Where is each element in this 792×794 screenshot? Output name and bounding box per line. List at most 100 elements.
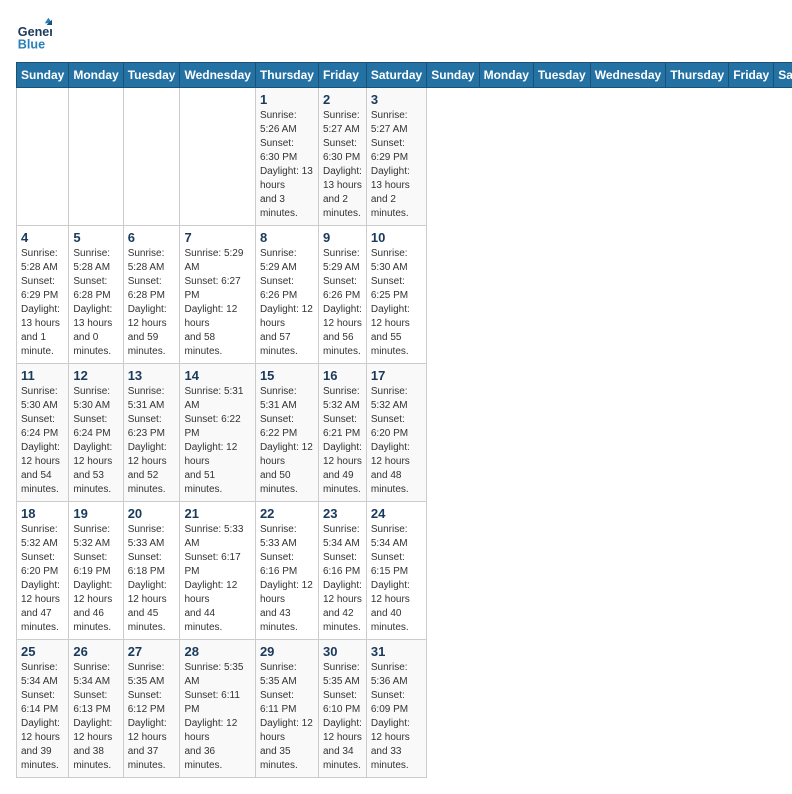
- day-info: Sunrise: 5:35 AM Sunset: 6:12 PM Dayligh…: [128, 661, 176, 773]
- calendar-cell: 28 Sunrise: 5:35 AM Sunset: 6:11 PM Dayli…: [180, 640, 255, 778]
- calendar-cell: 4 Sunrise: 5:28 AM Sunset: 6:29 PM Daylig…: [17, 226, 69, 364]
- day-info: Sunrise: 5:30 AM Sunset: 6:24 PM Dayligh…: [73, 385, 118, 497]
- calendar-cell: 15Sunrise: 5:31 AM Sunset: 6:22 PM Dayli…: [255, 364, 318, 502]
- calendar-cell: 27 Sunrise: 5:35 AM Sunset: 6:12 PM Dayli…: [123, 640, 180, 778]
- calendar-cell: 16 Sunrise: 5:32 AM Sunset: 6:21 PM Dayli…: [318, 364, 366, 502]
- day-number: 6: [128, 230, 176, 245]
- day-header-wednesday: Wednesday: [180, 63, 255, 88]
- calendar-cell: 6 Sunrise: 5:28 AM Sunset: 6:28 PM Daylig…: [123, 226, 180, 364]
- day-number: 14: [184, 368, 250, 383]
- day-info: Sunrise: 5:35 AM Sunset: 6:10 PM Dayligh…: [323, 661, 362, 773]
- day-number: 29: [260, 644, 314, 659]
- day-number: 10: [371, 230, 422, 245]
- day-info: Sunrise: 5:33 AM Sunset: 6:18 PM Dayligh…: [128, 523, 176, 635]
- calendar-cell: [69, 88, 123, 226]
- day-header-friday: Friday: [729, 63, 774, 88]
- day-number: 26: [73, 644, 118, 659]
- calendar-week-5: 25Sunrise: 5:34 AM Sunset: 6:14 PM Dayli…: [17, 640, 792, 778]
- calendar-week-4: 18 Sunrise: 5:32 AM Sunset: 6:20 PM Dayli…: [17, 502, 792, 640]
- calendar-cell: 14 Sunrise: 5:31 AM Sunset: 6:22 PM Dayli…: [180, 364, 255, 502]
- calendar-cell: [180, 88, 255, 226]
- calendar-cell: [17, 88, 69, 226]
- day-info: Sunrise: 5:28 AM Sunset: 6:28 PM Dayligh…: [73, 247, 118, 359]
- day-info: Sunrise: 5:34 AM Sunset: 6:16 PM Dayligh…: [323, 523, 362, 635]
- day-number: 25: [21, 644, 64, 659]
- day-header-sunday: Sunday: [427, 63, 479, 88]
- day-header-tuesday: Tuesday: [123, 63, 180, 88]
- day-number: 27: [128, 644, 176, 659]
- day-number: 3: [371, 92, 422, 107]
- day-number: 17: [371, 368, 422, 383]
- page-header: General Blue: [16, 16, 776, 52]
- day-info: Sunrise: 5:27 AM Sunset: 6:29 PM Dayligh…: [371, 109, 422, 221]
- calendar-cell: 30 Sunrise: 5:35 AM Sunset: 6:10 PM Dayli…: [318, 640, 366, 778]
- calendar-cell: 26 Sunrise: 5:34 AM Sunset: 6:13 PM Dayli…: [69, 640, 123, 778]
- calendar-cell: 20Sunrise: 5:33 AM Sunset: 6:18 PM Dayli…: [123, 502, 180, 640]
- calendar-cell: 17 Sunrise: 5:32 AM Sunset: 6:20 PM Dayli…: [366, 364, 426, 502]
- calendar-cell: 8Sunrise: 5:29 AM Sunset: 6:26 PM Daylig…: [255, 226, 318, 364]
- day-number: 19: [73, 506, 118, 521]
- day-info: Sunrise: 5:36 AM Sunset: 6:09 PM Dayligh…: [371, 661, 422, 773]
- day-header-friday: Friday: [318, 63, 366, 88]
- day-info: Sunrise: 5:30 AM Sunset: 6:25 PM Dayligh…: [371, 247, 422, 359]
- calendar-cell: [123, 88, 180, 226]
- day-number: 16: [323, 368, 362, 383]
- day-header-thursday: Thursday: [255, 63, 318, 88]
- day-number: 24: [371, 506, 422, 521]
- day-header-saturday: Saturday: [774, 63, 792, 88]
- day-info: Sunrise: 5:32 AM Sunset: 6:19 PM Dayligh…: [73, 523, 118, 635]
- calendar-cell: 22Sunrise: 5:33 AM Sunset: 6:16 PM Dayli…: [255, 502, 318, 640]
- calendar-cell: 7 Sunrise: 5:29 AM Sunset: 6:27 PM Daylig…: [180, 226, 255, 364]
- day-number: 18: [21, 506, 64, 521]
- calendar-cell: 29 Sunrise: 5:35 AM Sunset: 6:11 PM Dayli…: [255, 640, 318, 778]
- day-header-sunday: Sunday: [17, 63, 69, 88]
- day-header-saturday: Saturday: [366, 63, 426, 88]
- day-info: Sunrise: 5:29 AM Sunset: 6:26 PM Dayligh…: [260, 247, 314, 359]
- day-number: 31: [371, 644, 422, 659]
- day-header-thursday: Thursday: [666, 63, 729, 88]
- day-number: 13: [128, 368, 176, 383]
- day-number: 7: [184, 230, 250, 245]
- calendar-cell: 18 Sunrise: 5:32 AM Sunset: 6:20 PM Dayli…: [17, 502, 69, 640]
- calendar-header-row: SundayMondayTuesdayWednesdayThursdayFrid…: [17, 63, 792, 88]
- day-number: 28: [184, 644, 250, 659]
- day-info: Sunrise: 5:31 AM Sunset: 6:22 PM Dayligh…: [184, 385, 250, 497]
- calendar-cell: 2Sunrise: 5:27 AM Sunset: 6:30 PM Daylig…: [318, 88, 366, 226]
- day-header-monday: Monday: [69, 63, 123, 88]
- day-number: 12: [73, 368, 118, 383]
- day-header-tuesday: Tuesday: [533, 63, 590, 88]
- calendar-cell: 3 Sunrise: 5:27 AM Sunset: 6:29 PM Daylig…: [366, 88, 426, 226]
- day-info: Sunrise: 5:28 AM Sunset: 6:28 PM Dayligh…: [128, 247, 176, 359]
- day-info: Sunrise: 5:33 AM Sunset: 6:16 PM Dayligh…: [260, 523, 314, 635]
- day-number: 15: [260, 368, 314, 383]
- day-info: Sunrise: 5:26 AM Sunset: 6:30 PM Dayligh…: [260, 109, 314, 221]
- day-info: Sunrise: 5:33 AM Sunset: 6:17 PM Dayligh…: [184, 523, 250, 635]
- day-header-wednesday: Wednesday: [590, 63, 665, 88]
- calendar-cell: 12 Sunrise: 5:30 AM Sunset: 6:24 PM Dayli…: [69, 364, 123, 502]
- day-info: Sunrise: 5:32 AM Sunset: 6:20 PM Dayligh…: [371, 385, 422, 497]
- day-number: 23: [323, 506, 362, 521]
- day-info: Sunrise: 5:30 AM Sunset: 6:24 PM Dayligh…: [21, 385, 64, 497]
- calendar-week-2: 4 Sunrise: 5:28 AM Sunset: 6:29 PM Daylig…: [17, 226, 792, 364]
- day-info: Sunrise: 5:34 AM Sunset: 6:13 PM Dayligh…: [73, 661, 118, 773]
- day-info: Sunrise: 5:35 AM Sunset: 6:11 PM Dayligh…: [260, 661, 314, 773]
- day-number: 1: [260, 92, 314, 107]
- calendar-cell: 10 Sunrise: 5:30 AM Sunset: 6:25 PM Dayli…: [366, 226, 426, 364]
- day-number: 4: [21, 230, 64, 245]
- day-info: Sunrise: 5:29 AM Sunset: 6:27 PM Dayligh…: [184, 247, 250, 359]
- day-number: 9: [323, 230, 362, 245]
- day-number: 2: [323, 92, 362, 107]
- calendar-cell: 21 Sunrise: 5:33 AM Sunset: 6:17 PM Dayli…: [180, 502, 255, 640]
- day-info: Sunrise: 5:28 AM Sunset: 6:29 PM Dayligh…: [21, 247, 64, 359]
- day-number: 21: [184, 506, 250, 521]
- day-number: 30: [323, 644, 362, 659]
- day-number: 5: [73, 230, 118, 245]
- logo-icon: General Blue: [16, 16, 52, 52]
- calendar-week-1: 1 Sunrise: 5:26 AM Sunset: 6:30 PM Daylig…: [17, 88, 792, 226]
- calendar-table: SundayMondayTuesdayWednesdayThursdayFrid…: [16, 62, 792, 778]
- day-info: Sunrise: 5:32 AM Sunset: 6:21 PM Dayligh…: [323, 385, 362, 497]
- day-info: Sunrise: 5:35 AM Sunset: 6:11 PM Dayligh…: [184, 661, 250, 773]
- calendar-cell: 5 Sunrise: 5:28 AM Sunset: 6:28 PM Daylig…: [69, 226, 123, 364]
- day-info: Sunrise: 5:34 AM Sunset: 6:15 PM Dayligh…: [371, 523, 422, 635]
- day-info: Sunrise: 5:32 AM Sunset: 6:20 PM Dayligh…: [21, 523, 64, 635]
